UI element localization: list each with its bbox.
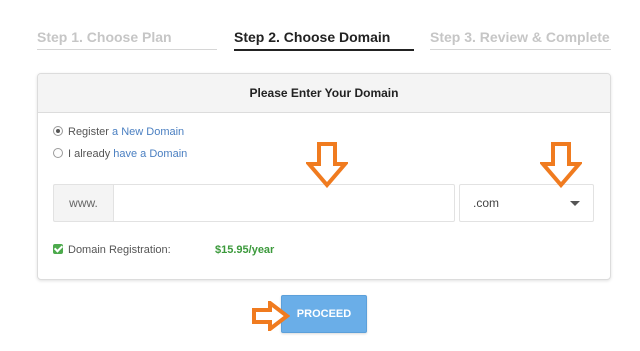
step-underline — [37, 49, 217, 50]
step-choose-domain[interactable]: Step 2. Choose Domain — [234, 28, 414, 51]
step-underline — [430, 49, 611, 50]
step-choose-plan[interactable]: Step 1. Choose Plan — [37, 28, 217, 50]
have-domain-link[interactable]: have a Domain — [113, 148, 187, 160]
existing-prefix: I already — [68, 148, 111, 160]
new-domain-link[interactable]: a New Domain — [112, 126, 184, 138]
domain-selection-page: Step 1. Choose Plan Step 2. Choose Domai… — [0, 0, 640, 351]
right-arrow-icon — [252, 301, 290, 331]
www-prefix: www. — [53, 184, 113, 222]
registration-checkbox[interactable] — [53, 244, 63, 254]
register-new-domain-option[interactable]: Register a New Domain — [53, 124, 184, 140]
tld-select[interactable]: .com — [459, 184, 594, 222]
register-prefix: Register — [68, 126, 109, 138]
tld-selected-value: .com — [473, 196, 500, 210]
radio-register[interactable] — [53, 126, 63, 136]
panel-title: Please Enter Your Domain — [38, 74, 610, 113]
step-label: Step 1. Choose Plan — [37, 29, 172, 45]
radio-existing[interactable] — [53, 148, 63, 158]
step-indicator: Step 1. Choose Plan Step 2. Choose Domai… — [37, 28, 611, 52]
step-underline — [234, 49, 414, 51]
down-arrow-icon — [306, 142, 348, 188]
existing-domain-option[interactable]: I already have a Domain — [53, 146, 187, 162]
proceed-button[interactable]: PROCEED — [281, 295, 367, 333]
step-label: Step 3. Review & Complete — [430, 29, 610, 45]
domain-registration-row[interactable]: Domain Registration: — [53, 242, 171, 258]
registration-label: Domain Registration: — [68, 244, 171, 256]
step-review-complete[interactable]: Step 3. Review & Complete — [430, 28, 611, 50]
chevron-down-icon — [570, 201, 580, 206]
step-label: Step 2. Choose Domain — [234, 29, 391, 45]
registration-price: $15.95/year — [215, 244, 275, 256]
down-arrow-icon — [540, 142, 582, 188]
domain-input[interactable] — [113, 184, 455, 222]
